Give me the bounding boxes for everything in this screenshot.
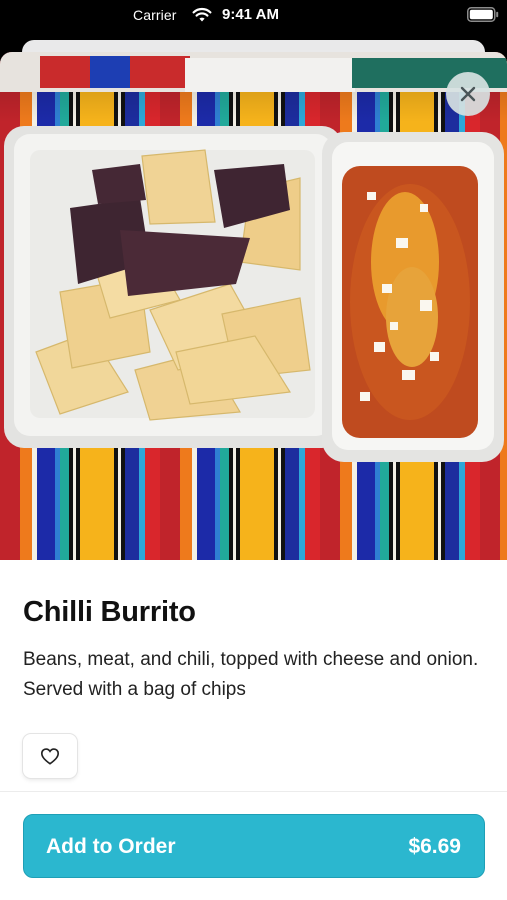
favorite-button[interactable] <box>23 734 77 778</box>
add-to-order-label: Add to Order <box>46 835 176 858</box>
item-detail-sheet: Chilli Burrito Beans, meat, and chili, t… <box>0 52 507 900</box>
close-icon <box>460 86 476 102</box>
item-title: Chilli Burrito <box>23 596 196 628</box>
wifi-icon <box>192 7 212 22</box>
clock-label: 9:41 AM <box>222 6 279 23</box>
footer-divider <box>0 791 507 792</box>
status-bar: Carrier 9:41 AM <box>0 0 507 32</box>
battery-icon <box>467 7 499 22</box>
item-description: Beans, meat, and chili, topped with chee… <box>23 649 479 700</box>
heart-outline-icon <box>40 748 60 765</box>
price-label: $6.69 <box>408 835 461 858</box>
add-to-order-button[interactable]: Add to Order $6.69 <box>23 814 485 878</box>
item-photo <box>0 52 507 560</box>
close-button[interactable] <box>446 72 490 116</box>
carrier-label: Carrier <box>133 7 177 23</box>
